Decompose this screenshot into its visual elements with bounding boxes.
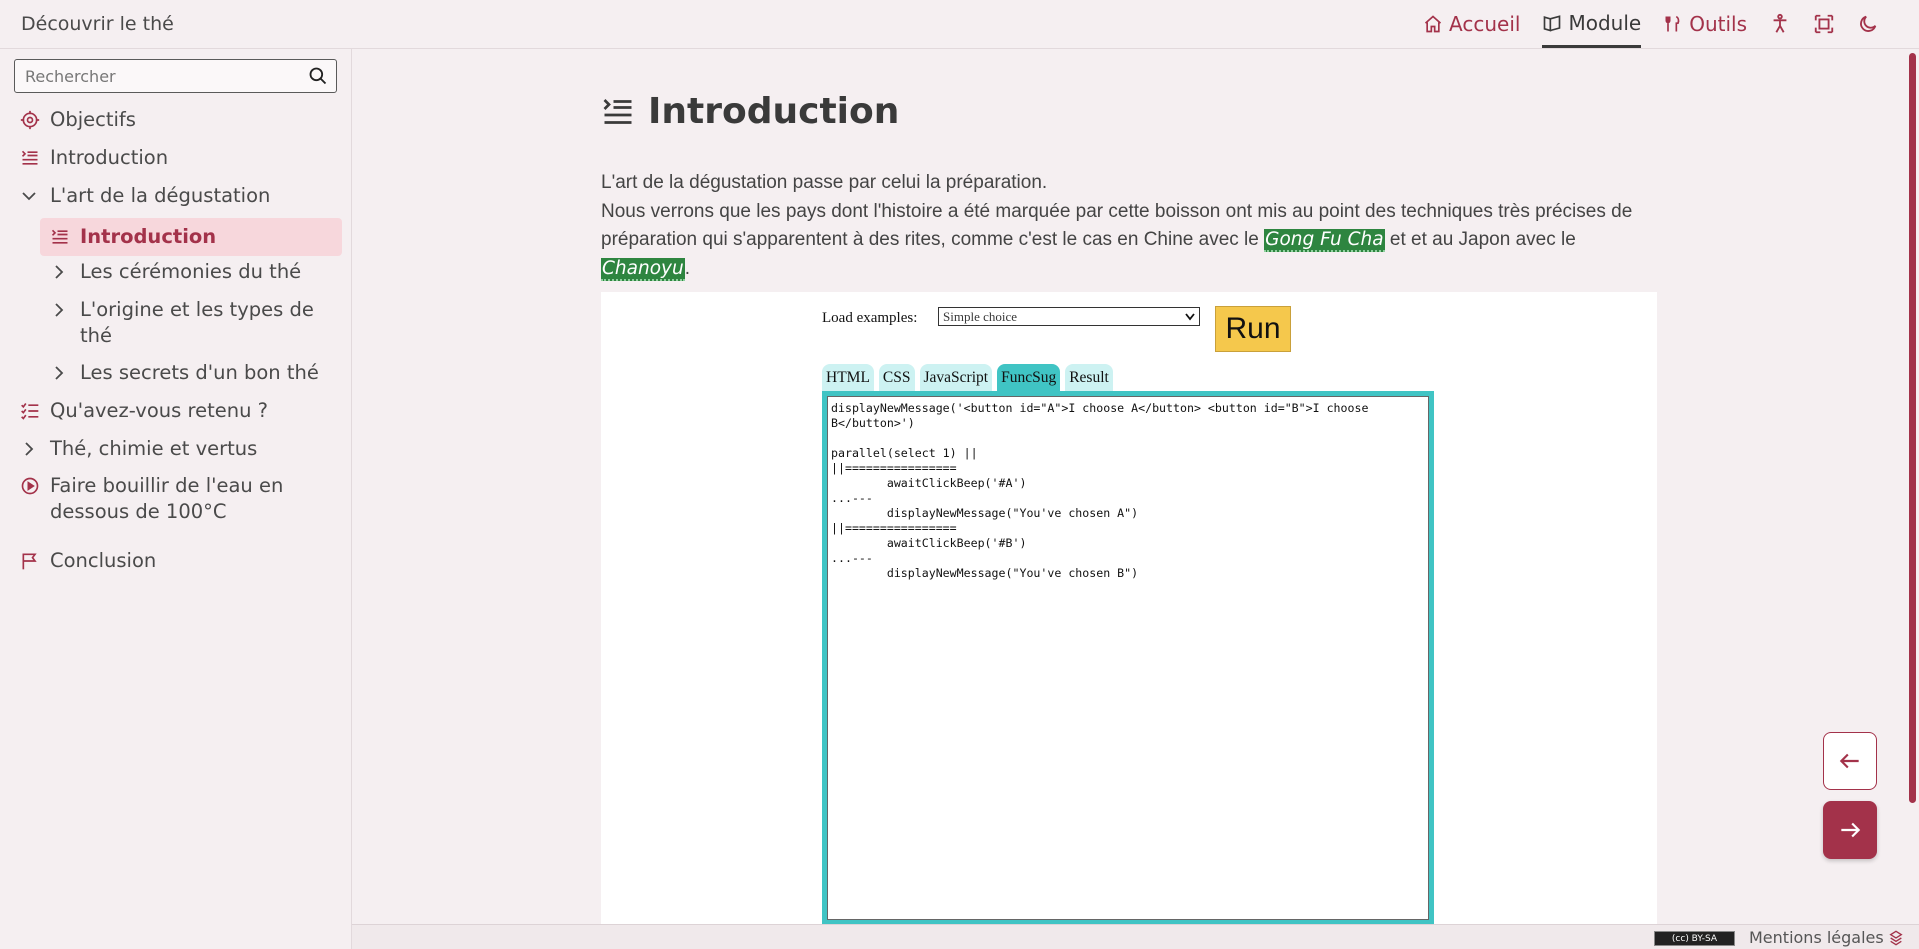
intro-icon [51,229,68,244]
license-badge[interactable]: (cc) BY-SA [1654,931,1735,946]
intro-text-part: et et au Japon avec le [1384,229,1576,250]
intro-paragraph-2: Nous verrons que les pays dont l'histoir… [601,198,1641,284]
sidebar-item-label: L'art de la dégustation [50,184,271,207]
sidebar-item-art-degustation[interactable]: L'art de la dégustation [20,183,340,209]
target-icon [20,110,40,130]
legal-link[interactable]: Mentions légales [1749,928,1884,947]
main-content: Introduction L'art de la dégustation pas… [352,49,1900,925]
tab-result[interactable]: Result [1065,364,1113,391]
run-button[interactable]: Run [1215,306,1291,352]
embedded-editor: Load examples: Simple choice Run HTML CS… [601,292,1657,925]
chevron-right-icon[interactable] [50,263,68,281]
book-icon [1544,14,1561,32]
top-header: Découvrir le thé Accueil Module Outils [0,0,1919,49]
code-editor-text[interactable]: displayNewMessage('<button id="A">I choo… [827,396,1429,920]
tab-javascript[interactable]: JavaScript [919,364,993,391]
chevron-down-icon [1185,312,1195,320]
fullscreen-icon[interactable] [1813,13,1835,35]
accessibility-icon[interactable] [1769,13,1791,35]
search-box [14,59,337,93]
site-title[interactable]: Découvrir le thé [21,13,174,35]
sidebar-item-label: Introduction [50,146,169,169]
intro-paragraph-1: L'art de la dégustation passe par celui … [601,172,1048,193]
top-nav: Accueil Module Outils [1423,0,1879,48]
scenari-icon[interactable] [1888,930,1904,946]
sidebar-item-objectifs[interactable]: Objectifs [20,107,340,133]
main-scrollbar[interactable] [1906,49,1919,924]
sidebar-item-label: Les cérémonies du thé [80,260,302,283]
sidebar-item-quiz[interactable]: Qu'avez-vous retenu ? [20,398,340,424]
examples-select-value: Simple choice [943,308,1018,324]
intro-text-part: . [684,257,690,279]
examples-select[interactable]: Simple choice [938,307,1200,326]
play-circle-icon [21,477,39,495]
intro-icon [21,150,38,165]
term-gong-fu-cha[interactable]: Gong Fu Cha [1264,229,1385,252]
editor-tabs: HTML CSS JavaScript FuncSug Result [822,364,1113,391]
nav-accueil-label: Accueil [1449,12,1521,36]
sidebar-item-label: Les secrets d'un bon thé [80,361,319,384]
sidebar-item-secrets[interactable]: Les secrets d'un bon thé [50,360,340,386]
code-editor[interactable]: displayNewMessage('<button id="A">I choo… [822,391,1434,925]
next-page-button[interactable] [1823,801,1877,859]
footer: (cc) BY-SA Mentions légales [352,924,1919,949]
search-input[interactable] [15,60,295,92]
sidebar-item-introduction[interactable]: Introduction [20,145,340,171]
nav-accueil[interactable]: Accueil [1423,0,1520,48]
chevron-down-icon[interactable] [20,187,38,205]
search-icon[interactable] [308,66,328,86]
nav-outils-label: Outils [1689,12,1747,36]
sidebar-item-label: L'origine et les types de thé [80,298,314,347]
sidebar-item-label: Thé, chimie et vertus [50,437,258,460]
sidebar-item-bouillir[interactable]: Faire bouillir de l'eau en dessous de 10… [20,473,320,525]
tab-html[interactable]: HTML [822,364,874,391]
sidebar-item-chimie[interactable]: Thé, chimie et vertus [20,436,340,462]
checklist-icon [21,403,39,420]
sidebar-item-label: Faire bouillir de l'eau en dessous de 10… [50,474,284,523]
sidebar-item-label: Introduction [80,225,217,248]
sidebar-item-label: Qu'avez-vous retenu ? [50,399,268,422]
dark-mode-icon[interactable] [1857,13,1879,35]
chevron-right-icon[interactable] [20,440,38,458]
sidebar: Objectifs Introduction L'art de la dégus… [0,49,352,949]
sidebar-item-origine[interactable]: L'origine et les types de thé [50,297,340,349]
chevron-right-icon[interactable] [50,364,68,382]
tab-css[interactable]: CSS [878,364,915,391]
sidebar-item-label: Objectifs [50,108,136,131]
sidebar-item-conclusion[interactable]: Conclusion [20,548,340,574]
nav-outils[interactable]: Outils [1663,0,1747,48]
tools-icon [1665,15,1680,32]
previous-page-button[interactable] [1823,732,1877,790]
intro-icon [603,98,632,124]
nav-module[interactable]: Module [1542,0,1642,48]
term-chanoyu[interactable]: Chanoyu [601,257,685,281]
load-examples-label: Load examples: [822,310,918,326]
nav-module-label: Module [1568,10,1642,35]
arrow-left-icon [1839,753,1859,769]
flag-icon [22,553,37,570]
tab-funcsug[interactable]: FuncSug [997,364,1061,391]
arrow-right-icon [1841,822,1861,838]
page-title: Introduction [600,91,899,132]
home-icon [1424,15,1442,33]
chevron-right-icon[interactable] [50,301,68,319]
intro-text: L'art de la dégustation passe par celui … [601,169,1641,283]
sidebar-item-ceremonies[interactable]: Les cérémonies du thé [50,259,340,285]
sidebar-item-label: Conclusion [50,549,157,572]
page-title-text: Introduction [648,91,900,132]
scrollbar-thumb[interactable] [1909,53,1916,803]
sidebar-item-introduction-active[interactable]: Introduction [40,218,342,256]
